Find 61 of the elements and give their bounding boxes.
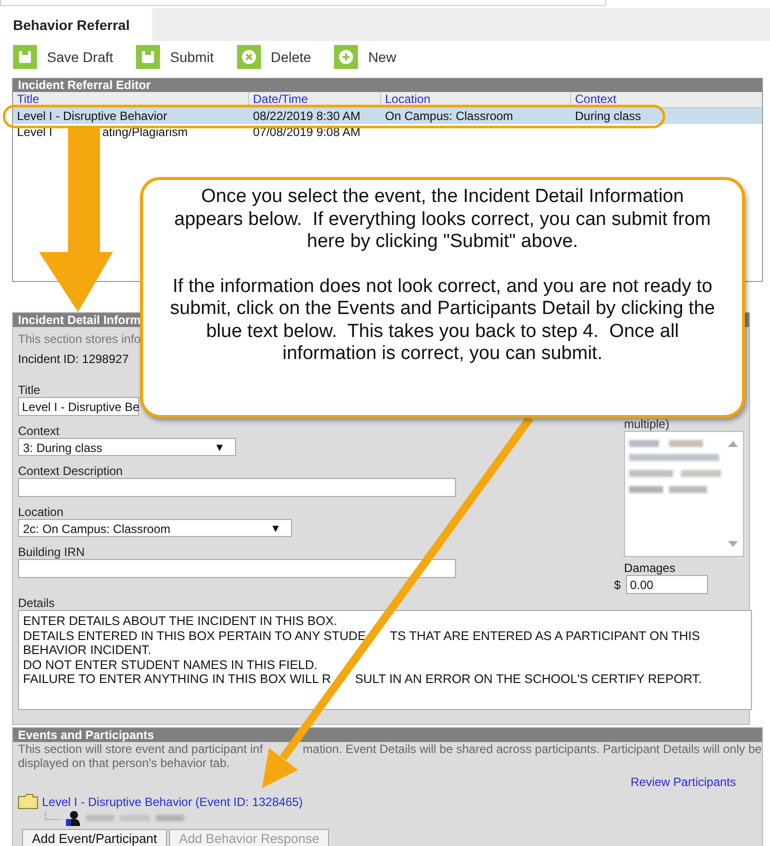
delete-icon[interactable] xyxy=(236,45,261,69)
details-textarea[interactable] xyxy=(18,610,752,710)
text-line: FAILURE TO ENTER ANYTHING IN THIS BOX WILL R xyxy=(23,672,331,687)
field-label: Context Description xyxy=(18,464,124,478)
table-cell: ating/Plagiarism xyxy=(102,124,188,140)
toolbar-button[interactable]: Submit xyxy=(170,49,214,65)
field-label: multiple) xyxy=(624,417,670,431)
panel-header: Events and Participants xyxy=(13,728,762,742)
toolbar-button[interactable]: Save Draft xyxy=(47,49,114,65)
field-label: Damages xyxy=(624,561,676,575)
text-line: SULT IN AN ERROR ON THE SCHOOL'S CERTIFY REPORT. xyxy=(354,672,702,687)
input-field[interactable] xyxy=(18,478,456,497)
column-header[interactable]: Date/Time xyxy=(249,92,381,107)
folder-icon xyxy=(18,794,38,809)
input-field[interactable]: 0.00 xyxy=(626,575,708,594)
event-link[interactable]: Level I - Disruptive Behavior (Event ID: 1328465) xyxy=(42,794,303,808)
section-description: This section will store event and participant inf xyxy=(18,742,263,756)
tab[interactable]: Behavior Referral xyxy=(0,8,152,41)
text-line: BEHAVIOR INCIDENT. xyxy=(23,643,152,658)
incident-id: Incident ID: 1298927 xyxy=(18,352,129,367)
table-cell: Level I xyxy=(17,124,52,140)
column-header[interactable]: Location xyxy=(381,92,571,107)
callout-text: Once you select the event, the Incident Detail Information appears below. If everything looks correct, you can submit from here by clicking "Submit" above. xyxy=(173,186,712,254)
save-icon[interactable] xyxy=(136,45,160,69)
table-cell: Level I - Disruptive Behavior xyxy=(17,108,168,124)
input-field[interactable]: Level I - Disruptive Be xyxy=(18,397,139,416)
column-header[interactable]: Title xyxy=(13,92,249,107)
table-cell-text: During class xyxy=(574,108,642,124)
input-field[interactable] xyxy=(18,559,456,578)
table-cell-text: 07/08/2019 9:08 AM xyxy=(252,124,362,140)
text-line: ENTER DETAILS ABOUT THE INCIDENT IN THIS BOX. xyxy=(23,614,338,629)
text-line: DO NOT ENTER STUDENT NAMES IN THIS FIELD. xyxy=(23,658,318,672)
review-participants-link[interactable]: Review Participants xyxy=(630,775,736,789)
dropdown[interactable]: 3: During class ▼ xyxy=(18,438,236,456)
participant-listbox[interactable] xyxy=(624,431,744,557)
field-label: Building IRN xyxy=(18,545,86,559)
text-line: DETAILS ENTERED IN THIS BOX PERTAIN TO ANY STUDE xyxy=(23,628,366,644)
table-row[interactable]: Level I ating/Plagiarism 07/08/2019 9:08 AM xyxy=(13,124,762,140)
person-icon xyxy=(66,810,80,826)
table-cell-text: On Campus: Classroom xyxy=(384,108,514,124)
field-label: Title xyxy=(18,383,42,397)
column-header[interactable]: Context xyxy=(571,92,751,107)
field-label: Details xyxy=(17,596,56,610)
text-line: TS THAT ARE ENTERED AS A PARTICIPANT ON THIS xyxy=(390,628,700,644)
scroll-down-icon[interactable] xyxy=(727,540,739,548)
panel-header: Incident Referral Editor xyxy=(13,78,762,92)
action-button[interactable]: Add Event/Participant xyxy=(22,829,168,846)
field-label: Location xyxy=(18,505,64,519)
table-row[interactable]: Level I - Disruptive Behavior 08/22/2019 8:30 AM On Campus: Classroom During class xyxy=(13,108,762,124)
section-description: This section stores info xyxy=(18,332,141,347)
add-icon[interactable] xyxy=(334,45,358,69)
toolbar-button[interactable]: New xyxy=(368,49,396,65)
currency-sign: $ xyxy=(614,578,622,592)
field-label: Context xyxy=(18,424,60,438)
table-cell-text: 08/22/2019 8:30 AM xyxy=(252,108,362,124)
save-icon[interactable] xyxy=(13,45,37,69)
section-description: displayed on that person's behavior tab. xyxy=(18,756,230,770)
scroll-up-icon[interactable] xyxy=(727,440,739,448)
toolbar-button[interactable]: Delete xyxy=(270,49,312,65)
section-description: mation. Event Details will be shared across participants. Participant Details will only be xyxy=(302,742,762,756)
dropdown[interactable]: 2c: On Campus: Classroom ▼ xyxy=(18,519,292,537)
